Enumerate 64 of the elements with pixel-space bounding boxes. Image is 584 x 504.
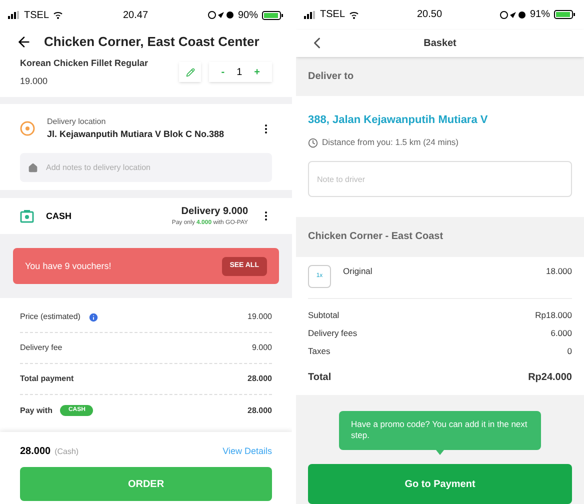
clock-icon — [308, 138, 318, 148]
summary-label: Delivery fee — [20, 342, 62, 354]
item-name: Original — [343, 264, 374, 278]
summary-label: Subtotal — [308, 309, 340, 322]
delivery-address: Jl. Kejawanputih Mutiara V Blok C No.388 — [47, 128, 226, 141]
summary-label: Total payment — [20, 373, 74, 386]
summary-value: Rp18.000 — [535, 309, 572, 322]
delivery-label: Delivery location — [47, 116, 107, 128]
summary-value: 19.000 — [248, 311, 272, 324]
note-field[interactable]: Note to driver — [308, 161, 572, 198]
carrier: TSEL — [320, 8, 346, 22]
view-details-link[interactable]: View Details — [222, 444, 272, 458]
go-to-payment-button[interactable]: Go to Payment — [308, 464, 572, 504]
info-icon[interactable] — [88, 312, 100, 323]
battery-percent: 91% — [530, 8, 550, 22]
notes-field[interactable]: Add notes to delivery location — [20, 153, 272, 182]
minus-button[interactable]: - — [221, 64, 225, 80]
section-heading: Chicken Corner - East Coast — [308, 230, 444, 244]
address-link[interactable]: 388, Jalan Kejawanputih Mutiara V — [308, 112, 572, 128]
distance-text: Distance from you: 1.5 km (24 mins) — [322, 136, 459, 150]
battery-percent: 90% — [238, 8, 258, 22]
section-heading: Deliver to — [308, 70, 354, 84]
plus-button[interactable]: + — [254, 64, 260, 80]
quantity-value: 1 — [236, 66, 242, 80]
item-name: Korean Chicken Fillet Regular — [20, 58, 148, 70]
battery-icon — [262, 10, 284, 20]
summary-value: 0 — [567, 345, 572, 358]
clock-time: 20.50 — [416, 8, 442, 22]
summary-label: Price (estimated) — [20, 311, 80, 324]
order-button[interactable]: ORDER — [20, 467, 272, 501]
payment-method: CASH — [46, 210, 73, 222]
home-icon — [28, 162, 38, 173]
summary-value: 9.000 — [252, 342, 272, 354]
wifi-icon — [53, 11, 64, 19]
battery-icon — [554, 10, 576, 20]
header-title: Basket — [422, 36, 458, 51]
summary-value: 6.000 — [550, 327, 572, 340]
signal-icon — [8, 11, 20, 19]
summary-label: Taxes — [308, 345, 330, 358]
footer-total: 28.000 — [20, 445, 51, 459]
summary-value: 28.000 — [248, 404, 272, 417]
back-icon[interactable] — [16, 34, 32, 50]
signal-icon — [304, 10, 316, 19]
delivery-fee: Delivery 9.000 — [181, 205, 248, 220]
notes-input[interactable]: Add notes to delivery location — [46, 162, 264, 174]
status-icons — [208, 11, 234, 19]
item-price: 19.000 — [20, 75, 49, 88]
location-pin-icon — [20, 121, 35, 136]
wifi-icon — [349, 10, 360, 19]
summary-label: Delivery fees — [308, 327, 358, 340]
header-title: Chicken Corner, East Coast Center — [44, 33, 260, 52]
voucher-text: You have 9 vouchers! — [25, 260, 112, 272]
total-value: Rp24.000 — [528, 371, 572, 386]
pencil-icon — [186, 68, 195, 76]
cash-icon — [20, 209, 34, 224]
tooltip-text: Have a promo code? You can add it in the next step. — [351, 418, 528, 442]
clock-time: 20.47 — [122, 8, 148, 22]
carrier: TSEL — [24, 8, 50, 22]
status-icons — [500, 10, 526, 19]
summary-label: Pay with — [20, 404, 52, 417]
summary-value: 28.000 — [248, 373, 272, 386]
total-label: Total — [308, 371, 332, 386]
item-price: 18.000 — [546, 264, 572, 278]
footer-note: (Cash) — [54, 446, 79, 458]
